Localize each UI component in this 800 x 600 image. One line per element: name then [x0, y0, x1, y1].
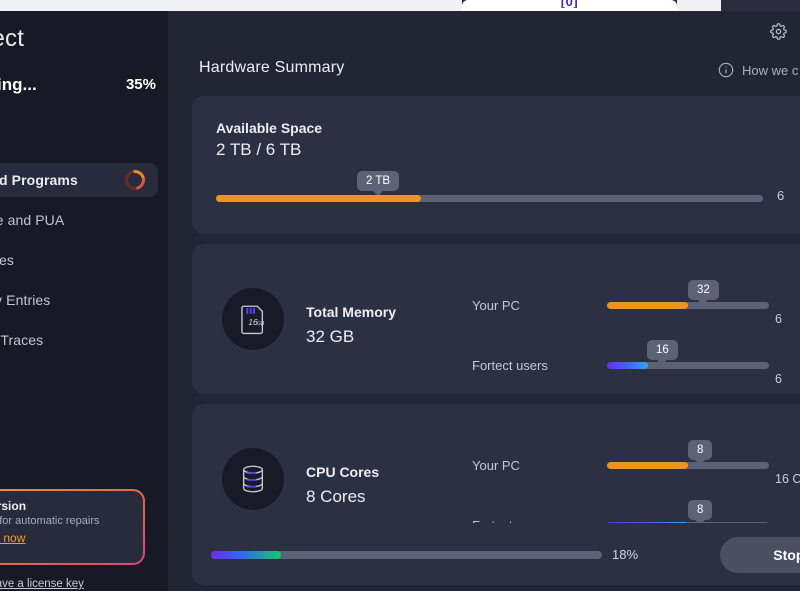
scan-progress-fill [211, 551, 281, 559]
cpu-gauge-your-pc: Your PC 8 16 C [472, 440, 800, 486]
gauge-label: Fortect users [472, 358, 548, 373]
gauge-fill [607, 362, 648, 369]
gauge-max-label: 6 [775, 312, 782, 326]
stop-scan-button[interactable]: Stop Scan [720, 537, 800, 573]
scan-status-percent: 35% [125, 76, 156, 93]
sidebar: Fortect Scanning... 35% Profile Installe… [0, 11, 168, 591]
space-slider-track[interactable] [216, 195, 763, 202]
fortect-app-window: Fortect Scanning... 35% Profile Installe… [0, 11, 800, 591]
how-we-calculate-label: How we c [742, 62, 799, 78]
sidebar-item-label: Junk Files [0, 252, 15, 268]
sidebar-item-label: Installed Programs [0, 172, 78, 188]
gauge-bubble: 16 [647, 340, 678, 365]
main-content: Hardware Summary How we c Available Spac… [168, 11, 800, 591]
card-title: Available Space [216, 120, 323, 136]
sidebar-item-junk-files[interactable]: Junk Files [0, 243, 158, 277]
svg-text:GB: GB [257, 321, 265, 327]
card-total-memory: 16 GB Total Memory 32 GB Your PC 32 6 Fo… [192, 244, 800, 394]
settings-button[interactable] [766, 19, 790, 43]
gauge-max-label: 6 [775, 372, 782, 386]
card-title: CPU Cores [306, 464, 380, 480]
card-value: 8 Cores [306, 487, 366, 506]
card-value: 2 TB / 6 TB [216, 140, 302, 159]
info-icon [718, 62, 734, 78]
scan-progress-bar-container: 18% Stop Scan [192, 523, 800, 585]
space-slider-max-label: 6 [777, 188, 785, 203]
page-title: Hardware Summary [199, 59, 345, 76]
sd-card-icon: 16 GB [241, 305, 265, 335]
memory-gauge-fortect-users: Fortect users 16 6 [472, 340, 800, 386]
window-bottom-edge [0, 591, 800, 600]
gauge-track[interactable] [607, 462, 769, 469]
upgrade-now-link[interactable]: Upgrade now [0, 531, 25, 545]
gauge-label: Your PC [472, 458, 520, 473]
gauge-bubble: 32 [688, 280, 719, 305]
loading-spinner-icon [121, 166, 149, 194]
gauge-label: Your PC [472, 298, 520, 313]
license-key-link[interactable]: I already have a license key [0, 578, 84, 590]
gear-icon [769, 22, 787, 40]
card-title: Total Memory [306, 304, 396, 320]
scan-status-label: Scanning... [0, 75, 37, 94]
sidebar-item-profile[interactable]: Profile [0, 122, 158, 156]
sidebar-item-label: Malware and PUA [0, 212, 65, 228]
upgrade-promo-box: Free Version Upgrade for automatic repai… [0, 489, 145, 565]
gauge-max-label: 16 C [775, 472, 800, 486]
scan-progress-percent: 18% [612, 547, 639, 562]
sidebar-item-label: Privacy Traces [0, 332, 44, 348]
space-slider-bubble: 2 TB [357, 171, 400, 196]
scan-progress-track [211, 551, 602, 559]
browser-tab-inactive-right[interactable] [677, 0, 721, 11]
main-topbar [168, 11, 800, 49]
gauge-track[interactable] [607, 302, 769, 309]
gauge-track[interactable] [607, 362, 769, 369]
sidebar-item-label: Registry Entries [0, 292, 51, 308]
gauge-bubble: 8 [688, 500, 713, 525]
app-brand-title: Fortect [0, 25, 25, 52]
memory-gauge-your-pc: Your PC 32 6 [472, 280, 800, 326]
sidebar-item-privacy-traces[interactable]: Privacy Traces [0, 323, 158, 357]
space-slider-fill [216, 195, 421, 202]
memory-icon-circle: 16 GB [222, 288, 284, 350]
upgrade-promo-title: Free Version [0, 499, 27, 513]
database-icon [242, 465, 264, 493]
how-we-calculate-link[interactable]: How we c [718, 62, 798, 78]
sidebar-scan-status: Scanning... 35% [0, 73, 156, 99]
browser-tab-inactive-left[interactable] [0, 0, 462, 11]
sidebar-item-registry-entries[interactable]: Registry Entries [0, 283, 158, 317]
browser-tab-active-label: [0] [560, 0, 579, 8]
upgrade-promo-subtitle: Upgrade for automatic repairs [0, 515, 100, 527]
gauge-bubble: 8 [688, 440, 713, 465]
gauge-fill [607, 302, 688, 309]
sidebar-item-installed-programs[interactable]: Installed Programs [0, 163, 158, 197]
sidebar-item-malware-and-pua[interactable]: Malware and PUA [0, 203, 158, 237]
gauge-fill [607, 462, 688, 469]
card-value: 32 GB [306, 327, 355, 346]
cpu-icon-circle [222, 448, 284, 510]
upgrade-promo-inner: Free Version Upgrade for automatic repai… [0, 491, 143, 563]
card-available-space: Available Space 2 TB / 6 TB 2 TB 6 [192, 96, 800, 234]
browser-tab-active[interactable]: [0] [462, 0, 677, 11]
browser-tab-strip: [0] [0, 0, 800, 11]
